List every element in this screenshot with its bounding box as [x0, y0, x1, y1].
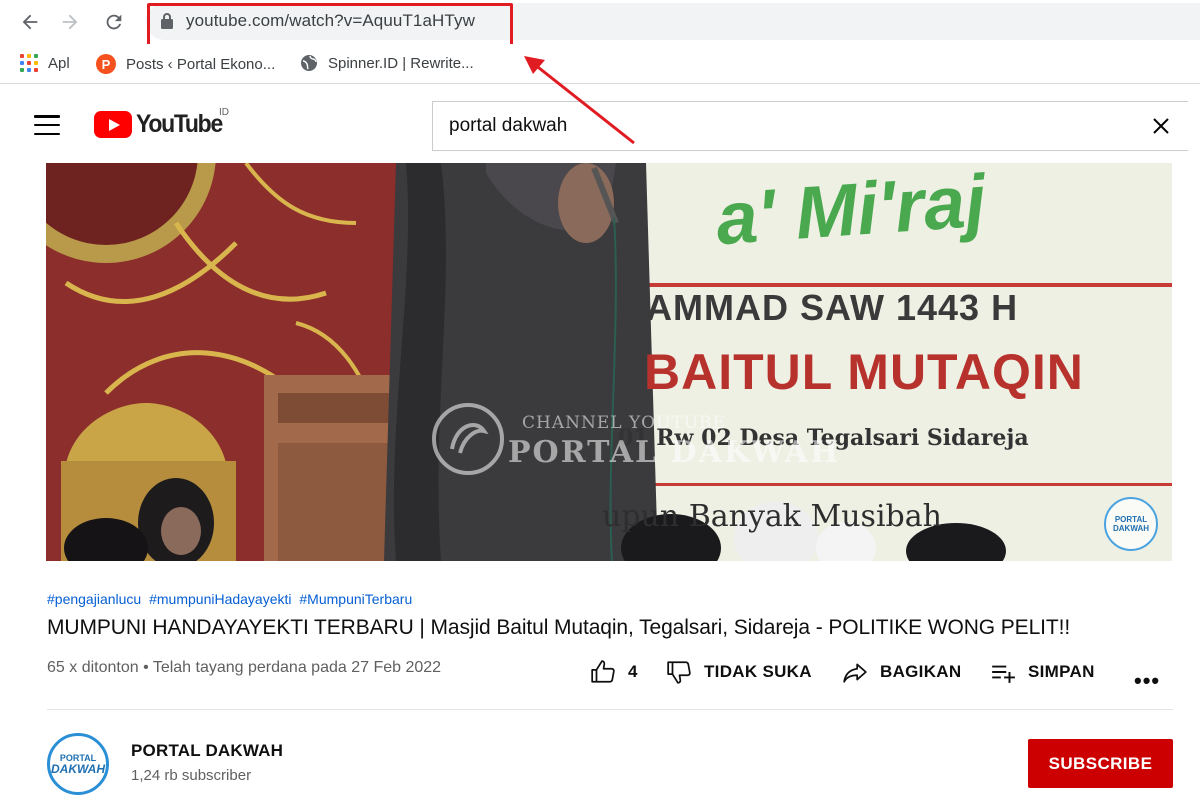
bookmark-label: Posts ‹ Portal Ekono... — [126, 55, 276, 73]
like-button[interactable]: 4 — [590, 659, 638, 685]
close-icon[interactable] — [1149, 114, 1173, 138]
hashtag-link[interactable]: #mumpuniHadayayekti — [149, 591, 291, 607]
save-button[interactable]: SIMPAN — [990, 659, 1095, 685]
video-title: MUMPUNI HANDAYAYEKTI TERBARU | Masjid Ba… — [47, 616, 1071, 639]
bookmark-portal-ekonomi[interactable]: P Posts ‹ Portal Ekono... — [96, 54, 275, 74]
hashtags: #pengajianlucu #mumpuniHadayayekti #Mump… — [47, 591, 416, 607]
watermark-logo-line2: DAKWAH — [1113, 524, 1149, 533]
share-button[interactable]: BAGIKAN — [842, 659, 961, 685]
forward-button[interactable] — [56, 8, 84, 36]
hashtag-link[interactable]: #pengajianlucu — [47, 591, 141, 607]
bookmarks-bar: Apl P Posts ‹ Portal Ekono... Spinner.ID… — [0, 44, 1200, 84]
reload-button[interactable] — [100, 8, 128, 36]
more-actions-button[interactable]: ••• — [1134, 668, 1160, 694]
watermark-logo-line1: PORTAL — [1114, 515, 1148, 524]
banner-caption-text: upun Banyak Musibah — [602, 499, 942, 534]
channel-avatar[interactable]: PORTAL DAKWAH — [47, 733, 109, 795]
banner-mosque-text: BAITUL MUTAQIN — [644, 344, 1084, 400]
video-player[interactable]: a' Mi'raj AMMAD SAW 1443 H BAITUL MUTAQI… — [46, 163, 1172, 561]
channel-watermark-logo: PORTAL DAKWAH — [1104, 497, 1158, 551]
playlist-add-icon — [992, 665, 1015, 683]
forward-arrow-icon — [62, 14, 78, 30]
youtube-play-icon — [94, 111, 132, 138]
browser-toolbar: youtube.com/watch?v=AquuT1aHTyw — [0, 0, 1200, 51]
search-query[interactable]: portal dakwah — [449, 115, 567, 137]
bookmark-spinner[interactable]: Spinner.ID | Rewrite... — [300, 54, 474, 72]
dislike-button[interactable]: TIDAK SUKA — [666, 659, 812, 685]
back-arrow-icon — [22, 14, 38, 30]
avatar-line1: PORTAL — [59, 752, 97, 763]
search-input[interactable]: portal dakwah — [432, 101, 1188, 151]
youtube-logo[interactable]: YouTube — [94, 110, 229, 139]
youtube-header: YouTube ID portal dakwah — [0, 85, 1200, 163]
avatar-line2: DAKWAH — [51, 761, 105, 776]
subscriber-count: 1,24 rb subscriber — [131, 767, 252, 784]
globe-icon — [301, 55, 317, 71]
thumbs-up-icon — [591, 660, 615, 683]
country-code: ID — [219, 107, 229, 118]
bookmark-label: Apl — [48, 54, 70, 72]
watermark-logo-icon — [432, 403, 504, 475]
like-count: 4 — [628, 662, 638, 681]
reload-icon — [106, 14, 122, 30]
share-label: BAGIKAN — [880, 662, 962, 681]
dislike-label: TIDAK SUKA — [704, 662, 812, 681]
subscribe-button[interactable]: SUBSCRIBE — [1028, 739, 1173, 788]
apps-grid-icon — [20, 54, 38, 72]
menu-icon[interactable] — [34, 115, 60, 135]
share-icon — [843, 663, 867, 683]
back-button[interactable] — [16, 8, 44, 36]
save-label: SIMPAN — [1028, 662, 1095, 681]
channel-name[interactable]: PORTAL DAKWAH — [131, 741, 283, 761]
video-meta: 65 x ditonton • Telah tayang perdana pad… — [47, 659, 442, 676]
thumbs-down-icon — [667, 661, 691, 684]
bookmark-apps[interactable]: Apl — [20, 54, 70, 72]
watermark-line2: PORTAL DAKWAH — [508, 435, 841, 470]
hashtag-link[interactable]: #MumpuniTerbaru — [299, 591, 412, 607]
bookmark-label: Spinner.ID | Rewrite... — [328, 54, 474, 72]
banner-subtitle-text: AMMAD SAW 1443 H — [646, 287, 1019, 328]
watermark-line1: CHANNEL YOUTUBE — [522, 413, 727, 433]
youtube-wordmark: YouTube — [136, 110, 223, 138]
p-logo-icon: P — [96, 54, 116, 74]
divider — [47, 709, 1173, 710]
